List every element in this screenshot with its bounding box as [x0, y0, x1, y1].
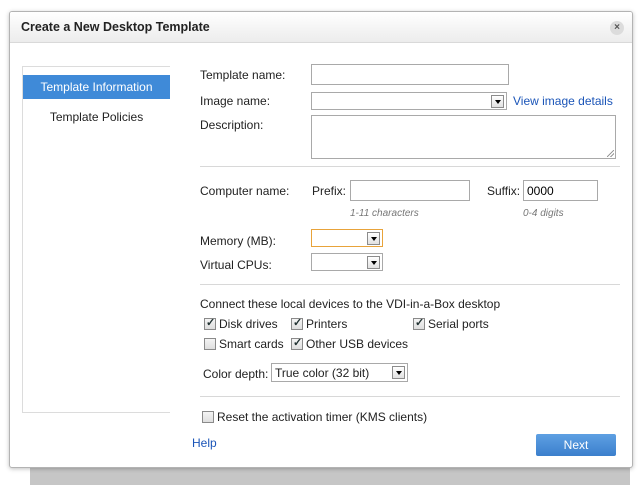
printers-checkbox[interactable] [291, 316, 303, 330]
divider [200, 284, 620, 285]
resize-grip-icon[interactable] [607, 150, 614, 157]
serial-ports-label: Serial ports [428, 317, 489, 331]
chevron-down-icon [392, 366, 405, 379]
printers-label: Printers [306, 317, 348, 331]
create-template-dialog: Create a New Desktop Template × Template… [9, 11, 633, 468]
reset-timer-label: Reset the activation timer (KMS clients) [217, 410, 428, 424]
image-name-select[interactable] [311, 92, 507, 110]
disk-drives-checkbox[interactable] [204, 316, 216, 330]
smart-cards-label: Smart cards [219, 337, 284, 351]
prefix-input[interactable] [350, 180, 470, 201]
color-depth-select[interactable]: True color (32 bit) [271, 363, 408, 382]
vcpu-label: Virtual CPUs: [200, 258, 272, 272]
sidebar: Template Information Template Policies [22, 66, 170, 413]
smart-cards-checkbox[interactable] [204, 338, 216, 350]
serial-ports-checkbox[interactable] [413, 316, 425, 330]
dialog-title: Create a New Desktop Template [21, 20, 210, 34]
sidebar-item-template-information[interactable]: Template Information [23, 75, 170, 99]
memory-select[interactable] [311, 229, 383, 247]
image-name-label: Image name: [200, 94, 271, 108]
other-usb-checkbox[interactable] [291, 336, 303, 350]
next-button[interactable]: Next [536, 434, 616, 456]
suffix-hint: 0-4 digits [523, 208, 564, 219]
color-depth-value: True color (32 bit) [275, 366, 370, 380]
description-textarea[interactable] [311, 115, 616, 159]
divider [200, 166, 620, 167]
suffix-label: Suffix: [487, 184, 521, 198]
template-name-input[interactable] [311, 64, 509, 85]
prefix-label: Prefix: [312, 184, 347, 198]
template-name-label: Template name: [200, 68, 286, 82]
chevron-down-icon [367, 256, 380, 269]
help-link[interactable]: Help [192, 436, 217, 450]
computer-name-label: Computer name: [200, 184, 290, 198]
prefix-hint: 1-11 characters [350, 208, 419, 219]
other-usb-label: Other USB devices [306, 337, 409, 351]
close-icon[interactable]: × [610, 21, 624, 35]
sidebar-item-template-policies[interactable]: Template Policies [23, 105, 170, 129]
suffix-input[interactable] [523, 180, 598, 201]
description-label: Description: [200, 118, 264, 132]
color-depth-label: Color depth: [203, 367, 269, 381]
reset-timer-checkbox[interactable] [202, 411, 214, 423]
devices-heading: Connect these local devices to the VDI-i… [200, 297, 501, 311]
divider [200, 396, 620, 397]
chevron-down-icon [367, 232, 380, 245]
dialog-shadow [30, 466, 630, 485]
view-image-details-link[interactable]: View image details [513, 94, 613, 108]
title-bar: Create a New Desktop Template × [10, 12, 632, 43]
chevron-down-icon [491, 95, 504, 108]
disk-drives-label: Disk drives [219, 317, 278, 331]
vcpu-select[interactable] [311, 253, 383, 271]
memory-label: Memory (MB): [200, 234, 276, 248]
